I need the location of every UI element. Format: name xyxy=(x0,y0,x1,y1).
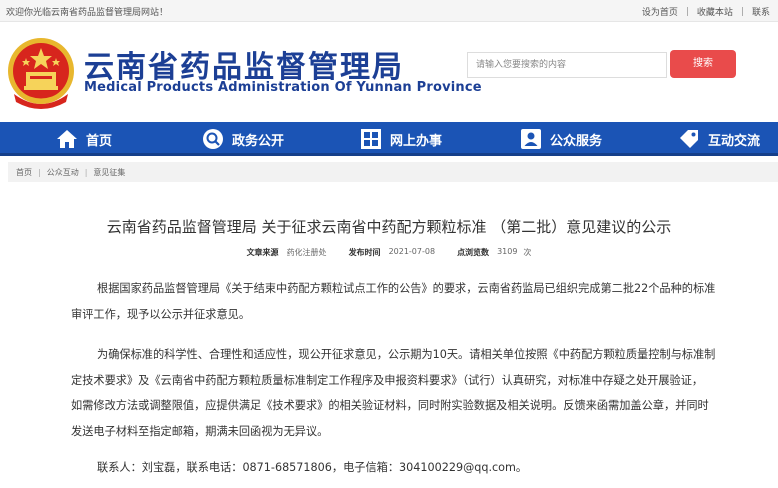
article-meta: 文章来源 药化注册处 发布时间 2021-07-08 点浏览数 3109 次 xyxy=(0,247,778,258)
article-paragraph: 为确保标准的科学性、合理性和适应性，现公开征求意见，公示期为10天。请相关单位按… xyxy=(71,342,773,444)
nav-label: 首页 xyxy=(86,133,113,149)
search-icon xyxy=(203,129,223,149)
bookmark-link[interactable]: 收藏本站 xyxy=(697,5,733,18)
nav-label: 网上办事 xyxy=(390,133,443,149)
paragraph-line: 发送电子材料至指定邮箱，期满未回函视为无异议。 xyxy=(71,424,329,438)
paragraph-line: 根据国家药品监督管理局《关于结束中药配方颗粒试点工作的公告》的要求，云南省药监局… xyxy=(97,282,716,295)
article-paragraph: 根据国家药品监督管理局《关于结束中药配方颗粒试点工作的公告》的要求，云南省药监局… xyxy=(71,276,773,327)
main-nav: 首页 政务公开 网上办事 公众服务 互动交流 xyxy=(0,122,778,156)
nav-item-service[interactable]: 公众服务 xyxy=(520,122,602,156)
views-unit: 次 xyxy=(523,248,532,257)
user-icon xyxy=(521,129,541,149)
top-links: 设为首页 | 收藏本站 | 联系 xyxy=(642,5,770,19)
nav-item-online[interactable]: 网上办事 xyxy=(360,122,442,156)
search-input[interactable]: 请输入您要搜索的内容 xyxy=(467,52,667,78)
contact-link[interactable]: 联系 xyxy=(752,5,770,18)
nav-item-home[interactable]: 首页 xyxy=(56,122,112,156)
nav-label: 互动交流 xyxy=(708,133,761,149)
breadcrumb-item[interactable]: 意见征集 xyxy=(93,167,125,178)
publish-time-value: 2021-07-08 xyxy=(388,247,436,256)
nav-item-gov[interactable]: 政务公开 xyxy=(202,122,284,156)
site-header: 云南省药品监督管理局 Medical Products Administrati… xyxy=(0,22,778,122)
nav-label: 政务公开 xyxy=(232,133,285,149)
divider: | xyxy=(685,6,689,17)
divider: | xyxy=(740,6,744,17)
source-value: 药化注册处 xyxy=(286,248,327,257)
publish-time-label: 发布时间 xyxy=(348,248,381,257)
paragraph-line: 如需修改方法或调整限值，应提供满足《技术要求》的相关验证材料，同时附实验数据及相… xyxy=(71,399,709,412)
site-title-english: Medical Products Administration Of Yunna… xyxy=(84,80,482,95)
breadcrumb: 首页 | 公众互动 | 意见征集 xyxy=(8,162,778,182)
breadcrumb-separator: | xyxy=(84,167,88,177)
breadcrumb-item[interactable]: 首页 xyxy=(16,167,32,178)
breadcrumb-item[interactable]: 公众互动 xyxy=(47,167,79,178)
contact-paragraph: 联系人：刘宝磊，联系电话：0871-68571806，电子信箱：30410022… xyxy=(97,455,773,481)
grid-icon xyxy=(361,129,381,149)
nav-label: 公众服务 xyxy=(550,133,603,149)
welcome-text: 欢迎你光临云南省药品监督管理局网站！ xyxy=(6,8,169,18)
top-bar: 欢迎你光临云南省药品监督管理局网站！ 设为首页 | 收藏本站 | 联系 xyxy=(0,0,778,22)
contact-line: 联系人：刘宝磊，联系电话：0871-68571806，电子信箱：30410022… xyxy=(97,461,528,474)
national-emblem-icon xyxy=(8,38,74,109)
nav-item-interact[interactable]: 互动交流 xyxy=(678,122,760,156)
home-icon xyxy=(57,130,77,148)
source-label: 文章来源 xyxy=(246,248,279,257)
paragraph-line: 审评工作，现予以公示并征求意见。 xyxy=(71,307,251,321)
views-label: 点浏览数 xyxy=(457,248,490,257)
views-value: 3109 xyxy=(497,247,518,256)
set-home-link[interactable]: 设为首页 xyxy=(642,5,678,18)
paragraph-line: 定技术要求》及《云南省中药配方颗粒质量标准制定工作程序及申报资料要求》（试行）认… xyxy=(71,373,704,387)
search-button[interactable]: 搜索 xyxy=(670,50,736,78)
article-title: 云南省药品监督管理局 关于征求云南省中药配方颗粒标准 （第二批）意见建议的公示 xyxy=(106,218,672,236)
breadcrumb-separator: | xyxy=(38,167,41,177)
paragraph-line: 为确保标准的科学性、合理性和适应性，现公开征求意见，公示期为10天。请相关单位按… xyxy=(97,348,716,361)
tag-icon xyxy=(680,130,698,148)
